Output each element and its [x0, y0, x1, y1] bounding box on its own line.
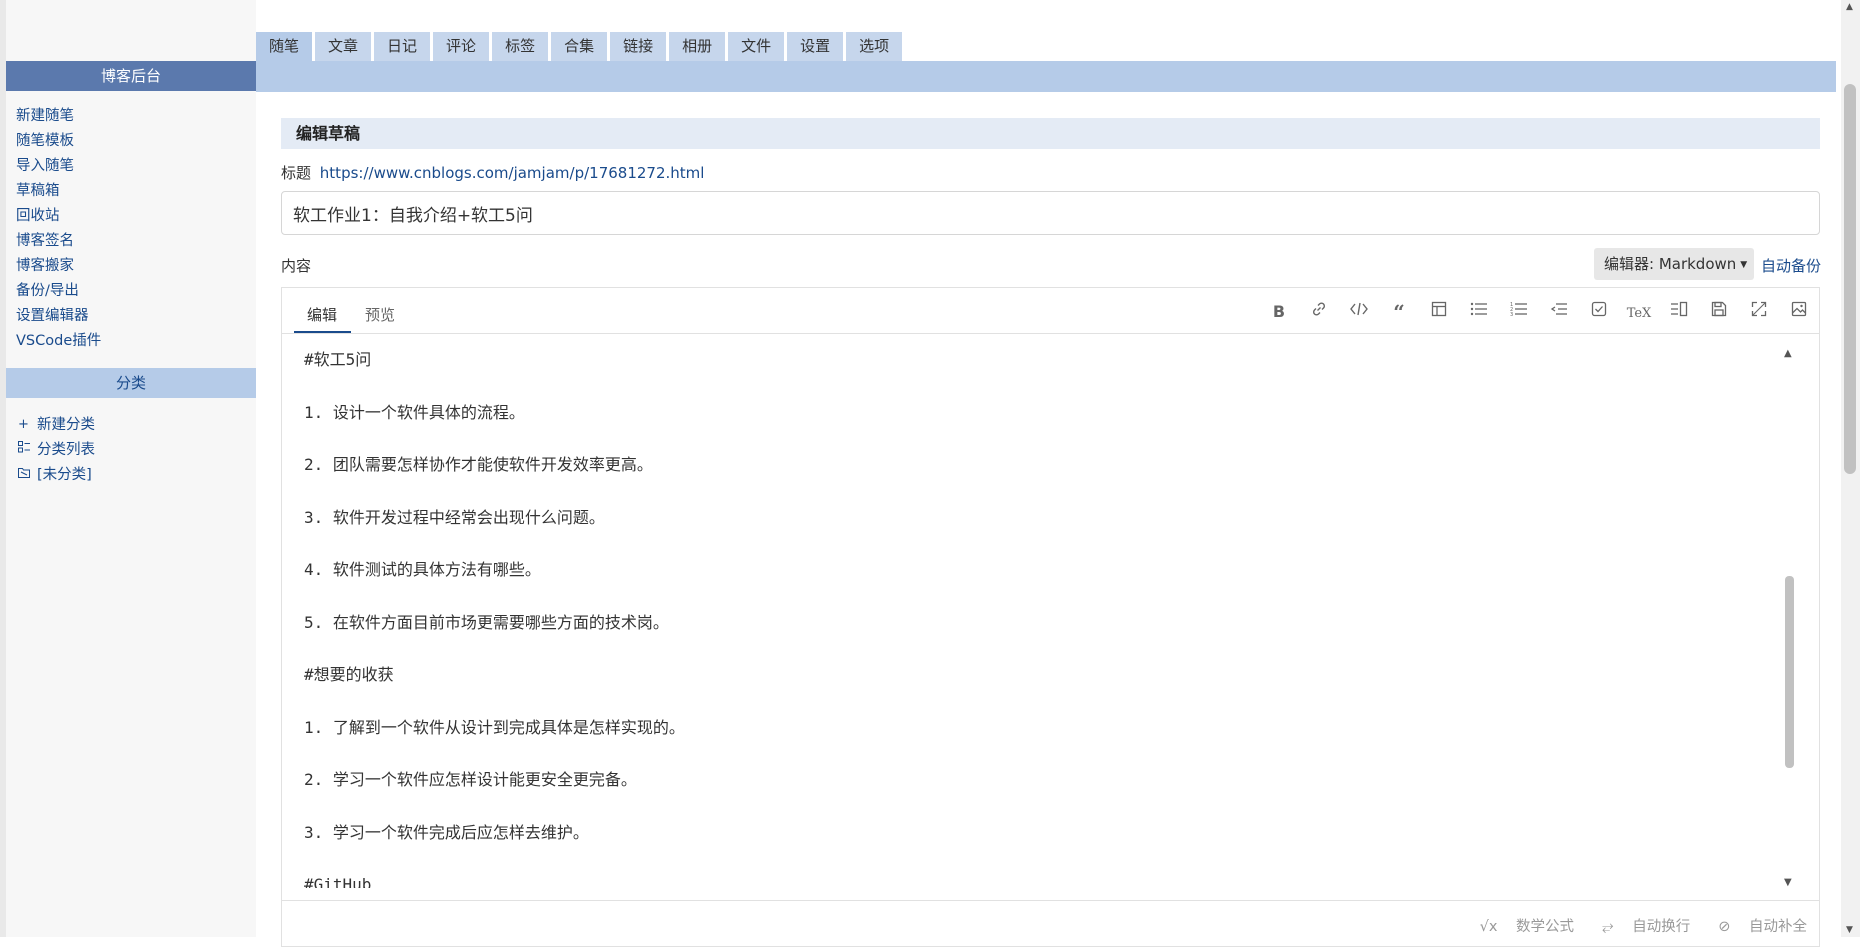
caret-down-icon: ▼ [1740, 260, 1748, 270]
sidebar-item-editor-settings[interactable]: 设置编辑器 [16, 305, 101, 330]
editor-line: 2. 学习一个软件应怎样设计能更安全更完备。 [304, 770, 637, 789]
autocomplete-label: 自动补全 [1749, 919, 1807, 935]
image-icon[interactable] [1779, 300, 1819, 324]
status-items: √x 数学公式 ⥂ 自动换行 ⊘ 自动补全 [1452, 915, 1807, 936]
editor-scrollbar[interactable]: ▲ ▼ [1782, 348, 1796, 888]
tab-posts[interactable]: 随笔 [256, 32, 313, 61]
editor-toolbar: 编辑 预览 B “ 123 TeX [282, 288, 1819, 334]
page-scroll-up-icon[interactable]: ▲ [1846, 2, 1853, 12]
wrap-icon: ⥂ [1602, 919, 1619, 935]
tab-tags[interactable]: 标签 [492, 32, 549, 61]
category-item-list[interactable]: 分类列表 [18, 437, 95, 462]
sidebar-item-backup-export[interactable]: 备份/导出 [16, 280, 101, 305]
page-scrollbar-thumb[interactable] [1844, 84, 1856, 474]
sidebar-item-blog-migration[interactable]: 博客搬家 [16, 255, 101, 280]
page: 博客后台 新建随笔 随笔模板 导入随笔 草稿箱 回收站 博客签名 博客搬家 备份… [0, 0, 1860, 947]
editor-line: 2. 团队需要怎样协作才能使软件开发效率更高。 [304, 455, 653, 474]
math-formula-label: 数学公式 [1516, 919, 1575, 935]
tab-diary[interactable]: 日记 [374, 32, 431, 61]
sidebar-header: 博客后台 [6, 61, 256, 91]
top-tabs: 随笔 文章 日记 评论 标签 合集 链接 相册 文件 设置 选项 [256, 32, 905, 61]
folder-icon [18, 464, 33, 486]
tab-options[interactable]: 选项 [846, 32, 903, 61]
title-label: 标题 [281, 164, 312, 182]
fullscreen-icon[interactable] [1739, 300, 1779, 324]
sidebar-item-vscode-plugin[interactable]: VSCode插件 [16, 330, 101, 355]
tab-albums[interactable]: 相册 [669, 32, 726, 61]
post-url-link[interactable]: https://www.cnblogs.com/jamjam/p/1768127… [320, 164, 705, 182]
sidebar-item-blog-signature[interactable]: 博客签名 [16, 230, 101, 255]
table-icon[interactable] [1419, 300, 1459, 324]
editor-status-bar: √x 数学公式 ⥂ 自动换行 ⊘ 自动补全 [282, 900, 1819, 940]
bold-icon[interactable]: B [1259, 300, 1299, 324]
category-header: 分类 [6, 368, 256, 398]
tab-files[interactable]: 文件 [728, 32, 785, 61]
sidebar-item-recycle-bin[interactable]: 回收站 [16, 205, 101, 230]
math-formula-toggle[interactable]: √x 数学公式 [1466, 915, 1574, 936]
svg-text:3: 3 [1510, 312, 1513, 317]
markdown-editor: 编辑 预览 B “ 123 TeX #软工5问 1. 设计一个软件具体的流程。 … [281, 287, 1820, 947]
tab-links[interactable]: 链接 [610, 32, 667, 61]
category-item-uncategorized[interactable]: [未分类] [18, 462, 95, 487]
split-view-icon[interactable] [1659, 300, 1699, 324]
editor-type-select[interactable]: 编辑器: Markdown ▼ [1594, 248, 1754, 280]
editor-line: 3. 软件开发过程中经常会出现什么问题。 [304, 507, 605, 527]
editor-line: 1. 设计一个软件具体的流程。 [304, 402, 525, 422]
editor-line: 5. 在软件方面目前市场更需要哪些方面的技术岗。 [304, 612, 669, 632]
category-item-label: 分类列表 [37, 441, 95, 458]
sidebar-item-import-post[interactable]: 导入随笔 [16, 155, 101, 180]
sidebar-item-new-post[interactable]: 新建随笔 [16, 105, 101, 130]
editor-line: 3. 学习一个软件完成后应怎样去维护。 [304, 822, 589, 842]
link-icon[interactable] [1299, 300, 1339, 324]
tab-preview[interactable]: 预览 [365, 304, 395, 325]
editor-line: #软工5问 [304, 350, 372, 369]
save-icon[interactable] [1699, 300, 1739, 324]
page-scrollbar[interactable]: ▲ ▼ [1841, 0, 1860, 937]
auto-backup-link[interactable]: 自动备份 [1761, 255, 1821, 276]
section-title: 编辑草稿 [281, 118, 1820, 149]
plus-icon: + [18, 416, 29, 432]
list-icon [18, 439, 33, 461]
category-item-label: [未分类] [37, 466, 92, 483]
editor-line: #GitHub [304, 875, 372, 888]
editor-type-value: 编辑器: Markdown [1604, 255, 1737, 273]
scroll-down-arrow-icon[interactable]: ▼ [1784, 877, 1792, 888]
checkbox-icon[interactable] [1579, 300, 1619, 324]
editor-line: #想要的收获 [304, 665, 394, 684]
tab-comments[interactable]: 评论 [433, 32, 490, 61]
tab-edit[interactable]: 编辑 [307, 304, 337, 325]
code-icon[interactable] [1339, 300, 1379, 324]
word-wrap-toggle[interactable]: ⥂ 自动换行 [1588, 915, 1690, 936]
active-tab-indicator [294, 331, 351, 333]
title-input[interactable] [281, 191, 1820, 235]
quote-icon[interactable]: “ [1379, 300, 1419, 324]
tex-icon[interactable]: TeX [1619, 300, 1659, 324]
tab-collections[interactable]: 合集 [551, 32, 608, 61]
sqrt-icon: √x [1479, 919, 1503, 935]
header-bar [256, 61, 1836, 92]
content-label: 内容 [281, 257, 312, 275]
title-row: 标题 https://www.cnblogs.com/jamjam/p/1768… [281, 162, 704, 183]
editor-line: 1. 了解到一个软件从设计到完成具体是怎样实现的。 [304, 717, 685, 737]
numbered-list-icon[interactable]: 123 [1499, 300, 1539, 324]
autocomplete-off-icon: ⊘ [1718, 919, 1735, 935]
editor-line: 4. 软件测试的具体方法有哪些。 [304, 560, 541, 579]
sidebar-links: 新建随笔 随笔模板 导入随笔 草稿箱 回收站 博客签名 博客搬家 备份/导出 设… [16, 105, 101, 355]
bullet-list-icon[interactable] [1459, 300, 1499, 324]
tab-articles[interactable]: 文章 [315, 32, 372, 61]
sidebar-item-drafts[interactable]: 草稿箱 [16, 180, 101, 205]
tab-settings[interactable]: 设置 [787, 32, 844, 61]
editor-scrollbar-thumb[interactable] [1785, 576, 1794, 768]
page-scroll-down-icon[interactable]: ▼ [1846, 925, 1853, 935]
word-wrap-label: 自动换行 [1632, 919, 1691, 935]
autocomplete-toggle[interactable]: ⊘ 自动补全 [1704, 915, 1807, 936]
category-item-label: 新建分类 [37, 416, 95, 433]
editor-text-area[interactable]: #软工5问 1. 设计一个软件具体的流程。 2. 团队需要怎样协作才能使软件开发… [304, 348, 1784, 888]
scroll-up-arrow-icon[interactable]: ▲ [1784, 348, 1792, 359]
indent-icon[interactable] [1539, 300, 1579, 324]
category-item-new[interactable]: + 新建分类 [18, 412, 95, 437]
toolbar-icons: B “ 123 TeX [1259, 300, 1819, 324]
sidebar-item-post-template[interactable]: 随笔模板 [16, 130, 101, 155]
category-links: + 新建分类 分类列表 [未分类] [18, 412, 95, 487]
